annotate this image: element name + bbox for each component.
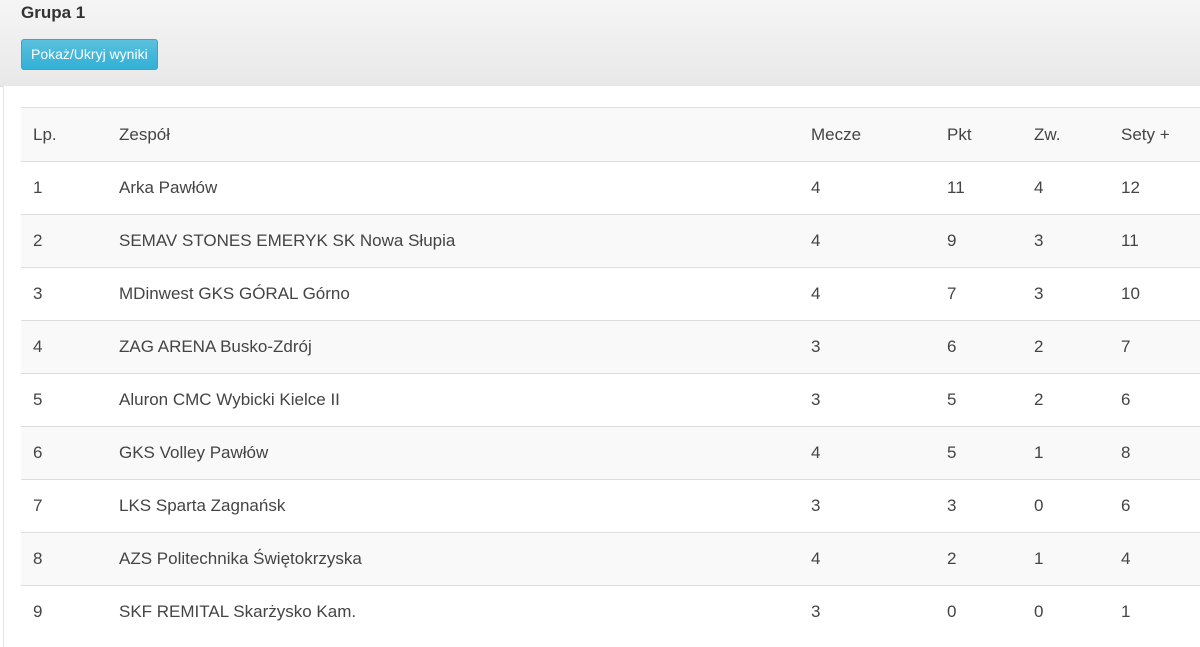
group-title: Grupa 1 xyxy=(21,3,86,22)
cell-wins: 2 xyxy=(1034,373,1121,427)
cell-lp: 8 xyxy=(21,532,119,586)
cell-team: ZAG ARENA Busko-Zdrój xyxy=(119,320,811,374)
table-row: 9 SKF REMITAL Skarżysko Kam. 3 0 0 1 xyxy=(21,586,1200,639)
standings-panel: Lp. Zespół Mecze Pkt Zw. Sety + 1 Arka P… xyxy=(3,86,1200,647)
cell-lp: 9 xyxy=(33,602,43,621)
cell-sets-plus: 6 xyxy=(1121,373,1200,427)
cell-team: AZS Politechnika Świętokrzyska xyxy=(119,532,811,586)
cell-lp: 7 xyxy=(21,479,119,533)
cell-lp: 2 xyxy=(21,214,119,268)
header-matches[interactable]: Mecze xyxy=(811,107,947,162)
cell-matches: 3 xyxy=(811,479,947,533)
cell-points: 2 xyxy=(947,532,1034,586)
standings-table: Lp. Zespół Mecze Pkt Zw. Sety + 1 Arka P… xyxy=(21,107,1200,638)
cell-matches: 4 xyxy=(811,426,947,480)
cell-points: 5 xyxy=(947,373,1034,427)
cell-wins: 0 xyxy=(1034,479,1121,533)
cell-wins: 2 xyxy=(1034,320,1121,374)
cell-lp: 6 xyxy=(21,426,119,480)
cell-sets-plus: 1 xyxy=(1121,602,1131,621)
cell-points: 0 xyxy=(947,602,957,621)
cell-matches: 4 xyxy=(811,214,947,268)
cell-sets-plus: 11 xyxy=(1121,214,1200,268)
cell-points: 3 xyxy=(947,479,1034,533)
cell-points: 5 xyxy=(947,426,1034,480)
cell-matches: 3 xyxy=(811,373,947,427)
cell-sets-plus: 8 xyxy=(1121,426,1200,480)
table-row: 4 ZAG ARENA Busko-Zdrój 3 6 2 7 xyxy=(21,320,1200,374)
cell-matches: 4 xyxy=(811,161,947,215)
cell-team: MDinwest GKS GÓRAL Górno xyxy=(119,267,811,321)
toggle-results-button[interactable]: Pokaż/Ukryj wyniki xyxy=(21,39,158,70)
table-row: 3 MDinwest GKS GÓRAL Górno 4 7 3 10 xyxy=(21,267,1200,321)
cell-points: 6 xyxy=(947,320,1034,374)
cell-sets-plus: 6 xyxy=(1121,479,1200,533)
cell-matches: 3 xyxy=(811,320,947,374)
cell-matches: 3 xyxy=(811,602,821,621)
header-wins[interactable]: Zw. xyxy=(1034,107,1121,162)
cell-lp: 3 xyxy=(21,267,119,321)
cell-points: 7 xyxy=(947,267,1034,321)
table-header-row: Lp. Zespół Mecze Pkt Zw. Sety + xyxy=(21,107,1200,162)
cell-team: Arka Pawłów xyxy=(119,161,811,215)
group-header: Grupa 1 Pokaż/Ukryj wyniki xyxy=(0,0,1200,87)
header-team[interactable]: Zespół xyxy=(119,107,811,162)
cell-matches: 4 xyxy=(811,532,947,586)
cell-sets-plus: 7 xyxy=(1121,320,1200,374)
header-sets-plus[interactable]: Sety + xyxy=(1121,107,1200,162)
table-row: 5 Aluron CMC Wybicki Kielce II 3 5 2 6 xyxy=(21,373,1200,427)
cell-wins: 4 xyxy=(1034,161,1121,215)
cell-wins: 0 xyxy=(1034,602,1044,621)
table-row: 6 GKS Volley Pawłów 4 5 1 8 xyxy=(21,426,1200,480)
cell-sets-plus: 4 xyxy=(1121,532,1200,586)
cell-matches: 4 xyxy=(811,267,947,321)
cell-wins: 3 xyxy=(1034,267,1121,321)
table-row: 7 LKS Sparta Zagnańsk 3 3 0 6 xyxy=(21,479,1200,533)
cell-points: 9 xyxy=(947,214,1034,268)
cell-sets-plus: 10 xyxy=(1121,267,1200,321)
cell-team: GKS Volley Pawłów xyxy=(119,426,811,480)
cell-team: Aluron CMC Wybicki Kielce II xyxy=(119,373,811,427)
cell-wins: 1 xyxy=(1034,426,1121,480)
cell-lp: 1 xyxy=(21,161,119,215)
cell-lp: 4 xyxy=(21,320,119,374)
cell-team: LKS Sparta Zagnańsk xyxy=(119,479,811,533)
table-row: 2 SEMAV STONES EMERYK SK Nowa Słupia 4 9… xyxy=(21,214,1200,268)
cell-lp: 5 xyxy=(21,373,119,427)
cell-wins: 1 xyxy=(1034,532,1121,586)
header-lp[interactable]: Lp. xyxy=(21,107,119,162)
cell-team: SEMAV STONES EMERYK SK Nowa Słupia xyxy=(119,214,811,268)
cell-sets-plus: 12 xyxy=(1121,161,1200,215)
cell-wins: 3 xyxy=(1034,214,1121,268)
cell-points: 11 xyxy=(947,161,1034,215)
table-row: 1 Arka Pawłów 4 11 4 12 xyxy=(21,161,1200,215)
header-points[interactable]: Pkt xyxy=(947,107,1034,162)
table-row: 8 AZS Politechnika Świętokrzyska 4 2 1 4 xyxy=(21,532,1200,586)
cell-team: SKF REMITAL Skarżysko Kam. xyxy=(119,602,357,621)
